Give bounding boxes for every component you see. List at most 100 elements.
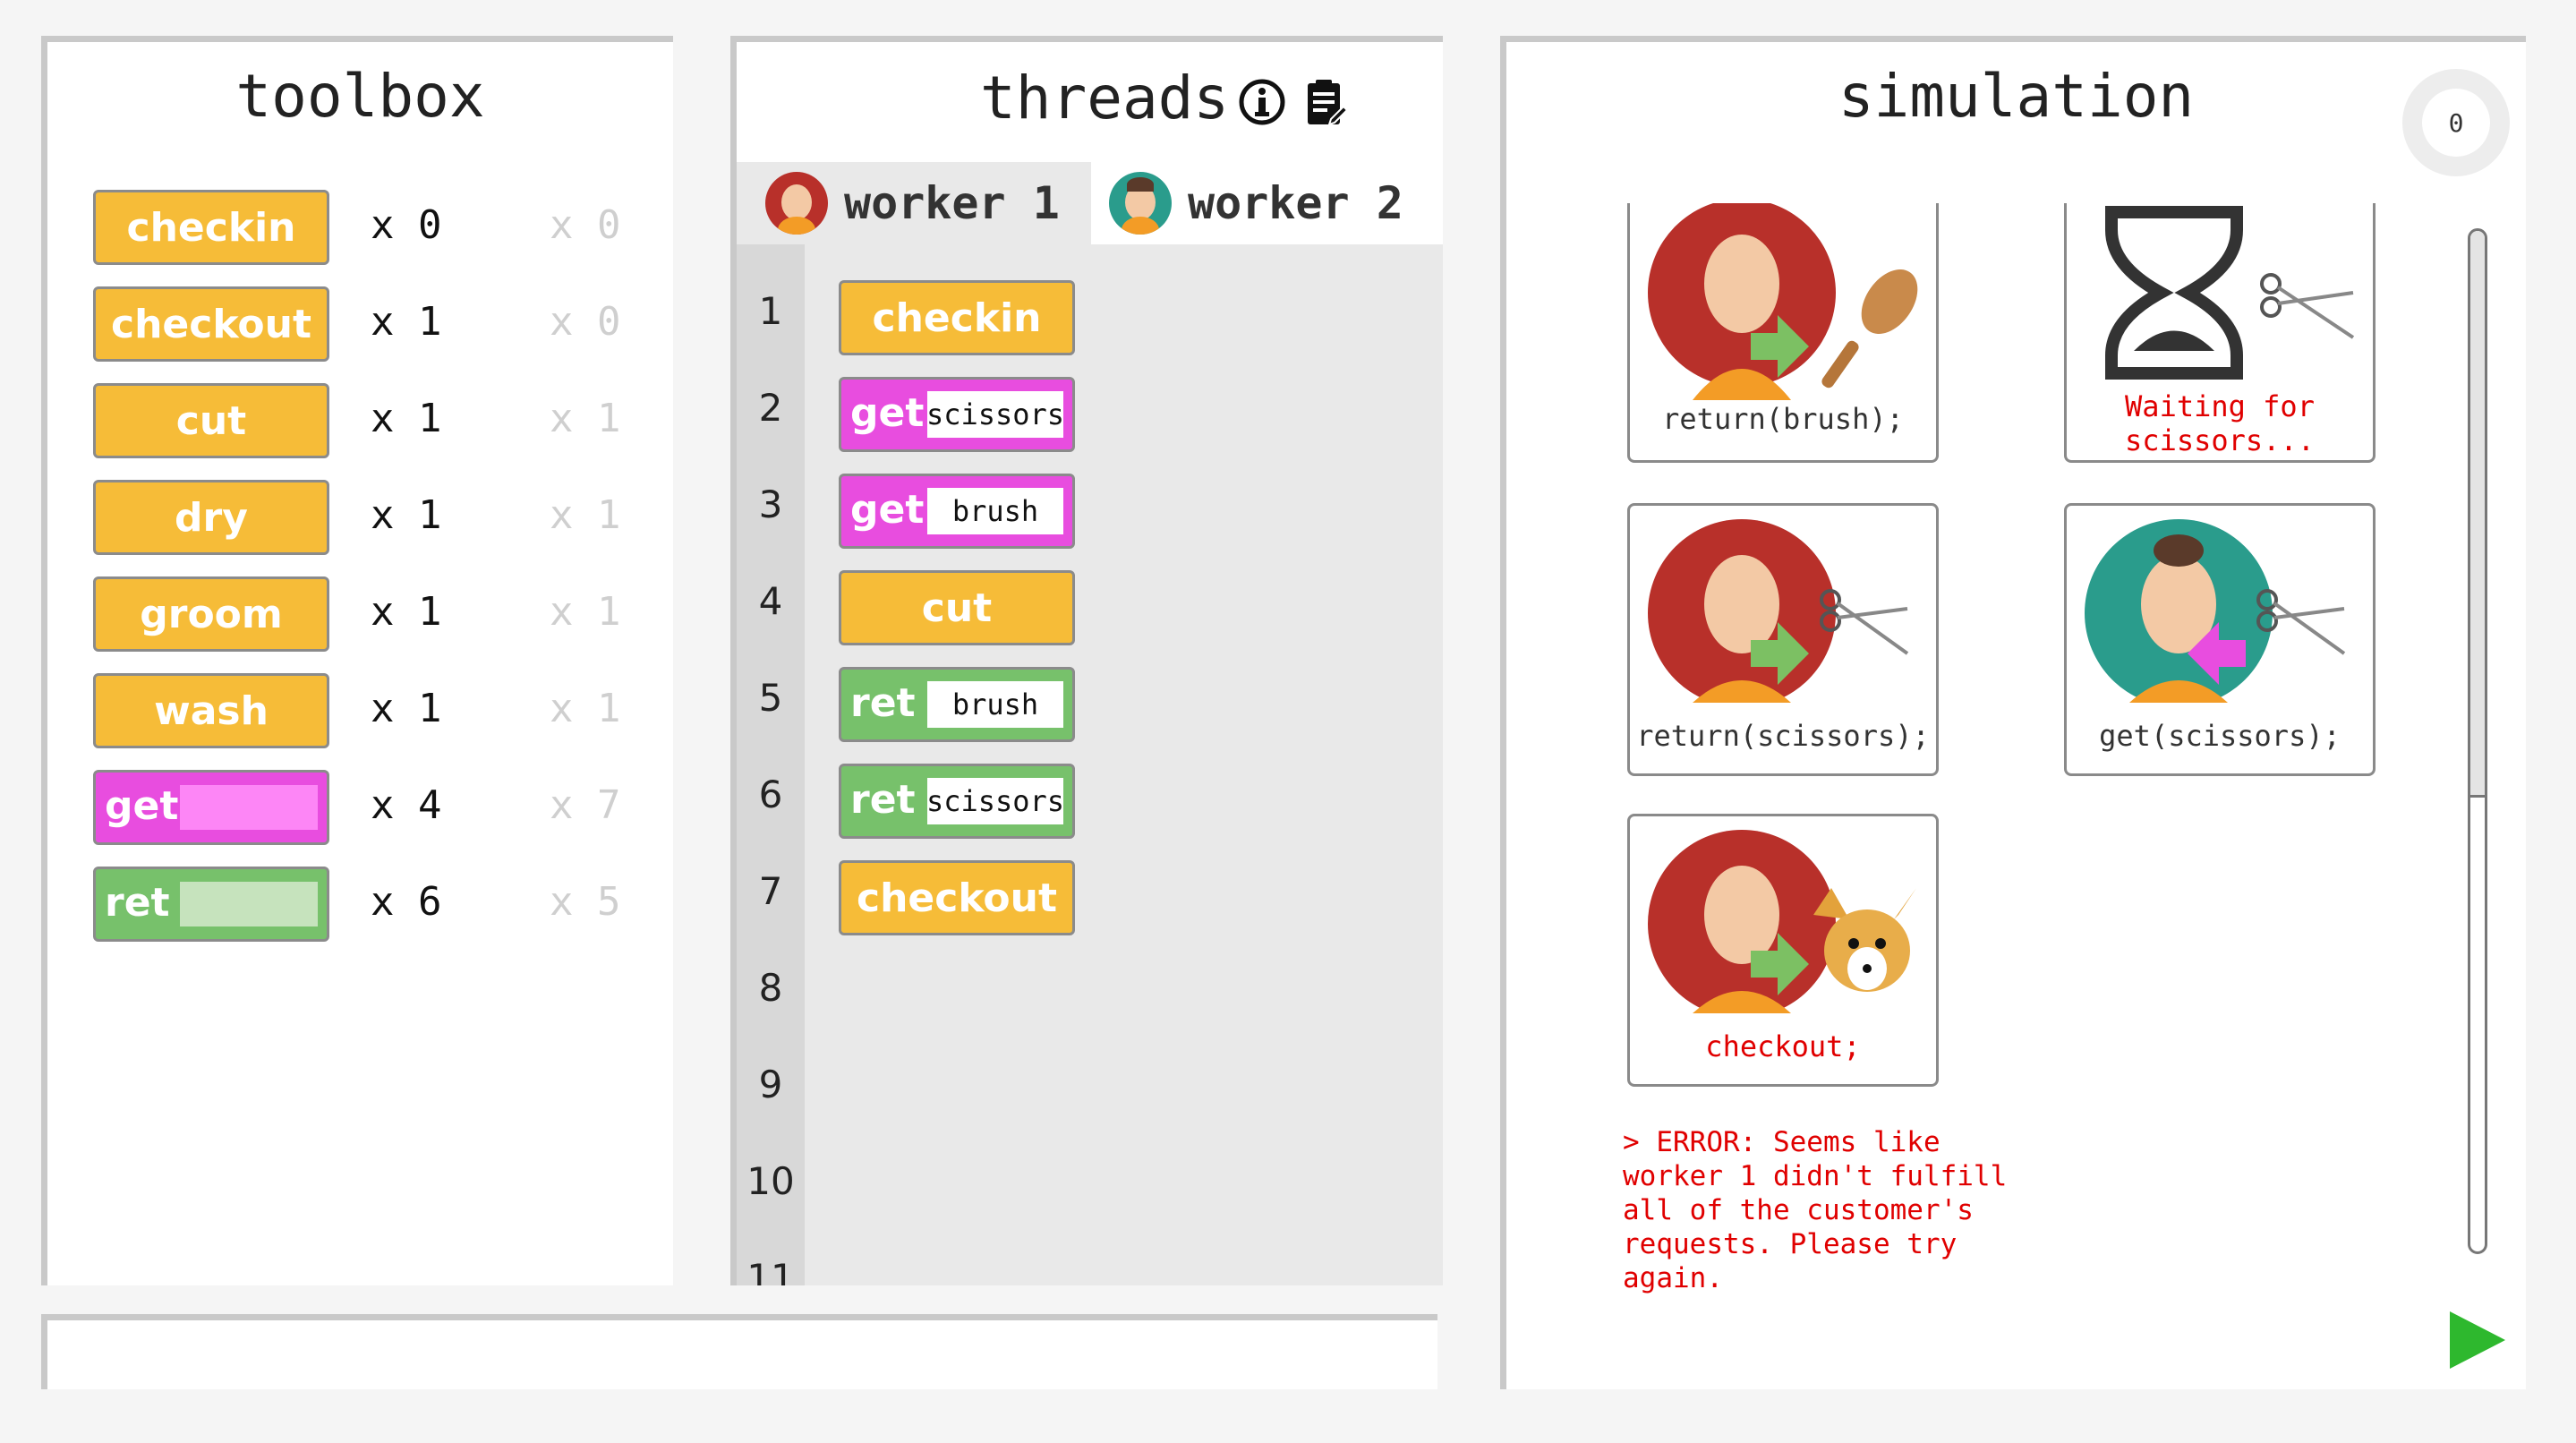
line-number: 8 — [758, 966, 783, 1010]
param-value[interactable]: scissors — [926, 778, 1064, 824]
tool-block-checkin[interactable]: checkin — [93, 190, 329, 265]
brush-icon — [1861, 269, 1918, 335]
tool-block-get[interactable]: get — [93, 770, 329, 845]
card-caption: checkout; — [1705, 1029, 1861, 1063]
tool-block-cut[interactable]: cut — [93, 383, 329, 458]
sim-card: Waiting for scissors... — [2064, 203, 2376, 463]
tool-count: x 6 — [371, 879, 442, 925]
code-block-label: get — [850, 487, 925, 533]
timer-value: 0 — [2422, 89, 2490, 157]
tab-label: worker 2 — [1188, 177, 1403, 229]
tool-count: x 1 — [371, 396, 442, 441]
avatar — [765, 172, 828, 235]
toolbox-title: toolbox — [235, 62, 485, 131]
avatar — [1109, 172, 1172, 235]
error-message: > ERROR: Seems like worker 1 didn't fulf… — [1623, 1126, 2008, 1294]
worker-1-icon — [1648, 203, 1918, 400]
threads-panel: threads worker 1 worker 2 1 2 3 4 5 6 7 … — [730, 36, 1443, 1285]
line-number: 6 — [758, 773, 783, 816]
code-editor[interactable]: 1 2 3 4 5 6 7 8 9 10 11 checkin get scis… — [737, 244, 1443, 1285]
tab-worker-1[interactable]: worker 1 — [737, 162, 1091, 244]
tool-limit: x 7 — [550, 782, 621, 828]
line-number: 4 — [758, 579, 783, 623]
toolbox-panel: toolbox checkin x 0 x 0 checkout x 1 x 0… — [41, 36, 673, 1285]
tool-count: x 1 — [371, 299, 442, 345]
line-number: 3 — [758, 482, 783, 526]
tool-block-ret[interactable]: ret — [93, 867, 329, 942]
sim-card: get(scissors); — [2064, 503, 2376, 776]
param-slot — [180, 785, 318, 830]
worker-tabs: worker 1 worker 2 — [737, 162, 1443, 244]
scrollbar[interactable] — [2468, 228, 2487, 1254]
code-block-ret-brush[interactable]: ret brush — [839, 667, 1075, 742]
tool-row-checkin: checkin x 0 x 0 — [93, 190, 648, 265]
clipboard-icon[interactable] — [1304, 78, 1349, 128]
tool-limit: x 1 — [550, 589, 621, 635]
tool-limit: x 1 — [550, 492, 621, 538]
tool-count: x 0 — [371, 202, 442, 248]
code-block-label: get — [850, 390, 925, 436]
tool-row-groom: groom x 1 x 1 — [93, 576, 648, 652]
code-block-checkin[interactable]: checkin — [839, 280, 1075, 355]
bottom-output-bar — [41, 1314, 1437, 1389]
line-number: 7 — [758, 869, 783, 913]
tab-worker-2[interactable]: worker 2 — [1091, 162, 1443, 244]
tool-block-checkout[interactable]: checkout — [93, 286, 329, 362]
line-number: 9 — [758, 1063, 783, 1106]
worker-1-icon — [1648, 830, 1916, 1018]
simulation-title: simulation — [1838, 62, 2195, 131]
threads-title-icons — [1238, 78, 1349, 128]
code-block-get-brush[interactable]: get brush — [839, 474, 1075, 549]
tool-count: x 1 — [371, 686, 442, 731]
timer: 0 — [2402, 69, 2510, 176]
tool-count: x 1 — [371, 589, 442, 635]
threads-title: threads — [980, 64, 1230, 132]
hourglass-icon — [2105, 206, 2355, 380]
tool-limit: x 1 — [550, 396, 621, 441]
code-block-ret-scissors[interactable]: ret scissors — [839, 764, 1075, 839]
tool-row-dry: dry x 1 x 1 — [93, 480, 648, 555]
param-slot — [180, 882, 318, 926]
worker-1-icon — [1648, 519, 1909, 707]
line-number: 1 — [758, 289, 783, 333]
scrollbar-thumb[interactable] — [2470, 231, 2485, 798]
tool-block-groom[interactable]: groom — [93, 576, 329, 652]
tool-row-cut: cut x 1 x 1 — [93, 383, 648, 458]
worker-2-icon — [2085, 519, 2346, 707]
tool-limit: x 1 — [550, 686, 621, 731]
tool-row-ret: ret x 6 x 5 — [93, 867, 648, 942]
sim-card: return(brush); — [1627, 203, 1939, 463]
tool-limit: x 5 — [550, 879, 621, 925]
tool-block-wash[interactable]: wash — [93, 673, 329, 748]
tool-count: x 4 — [371, 782, 442, 828]
card-caption: get(scissors); — [2099, 719, 2341, 753]
tool-block-dry[interactable]: dry — [93, 480, 329, 555]
tab-label: worker 1 — [844, 177, 1060, 229]
play-icon[interactable] — [2450, 1311, 2505, 1369]
tool-limit: x 0 — [550, 299, 621, 345]
code-block-get-scissors[interactable]: get scissors — [839, 377, 1075, 452]
sim-card: return(scissors); — [1627, 503, 1939, 776]
tool-row-get: get x 4 x 7 — [93, 770, 648, 845]
dog-icon — [1813, 888, 1916, 992]
code-block-label: ret — [850, 777, 916, 823]
line-number: 10 — [746, 1159, 795, 1203]
sim-card: checkout; — [1627, 814, 1939, 1087]
card-caption: Waiting for scissors... — [2125, 389, 2315, 457]
info-icon[interactable] — [1238, 78, 1286, 126]
tool-block-label: ret — [105, 880, 170, 926]
scissors-icon — [2260, 273, 2355, 339]
param-value[interactable]: brush — [927, 488, 1063, 534]
code-block-label: ret — [850, 680, 916, 726]
code-block-cut[interactable]: cut — [839, 570, 1075, 645]
param-value[interactable]: scissors — [926, 391, 1064, 438]
tool-row-wash: wash x 1 x 1 — [93, 673, 648, 748]
card-caption: return(brush); — [1662, 402, 1904, 436]
card-caption: return(scissors); — [1636, 719, 1930, 753]
tool-limit: x 0 — [550, 202, 621, 248]
tool-block-label: get — [105, 783, 179, 829]
line-number: 5 — [758, 676, 783, 720]
code-block-checkout[interactable]: checkout — [839, 860, 1075, 935]
line-number: 2 — [758, 386, 783, 430]
param-value[interactable]: brush — [927, 681, 1063, 728]
